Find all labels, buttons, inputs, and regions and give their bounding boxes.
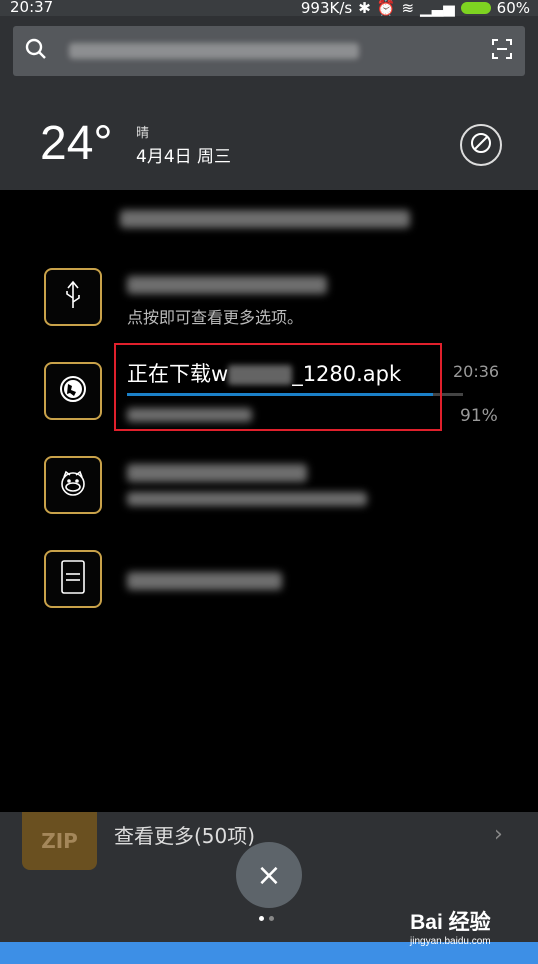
mascot-icon [58, 468, 88, 502]
battery-percent: 60% [496, 0, 530, 17]
temperature: 24° [40, 117, 113, 170]
notif-icon-browser[interactable] [44, 362, 102, 420]
page-indicator [259, 916, 274, 921]
alarm-icon: ⏰ [376, 0, 396, 17]
search-input[interactable] [69, 43, 359, 59]
bluetooth-icon: ✱ [358, 0, 371, 17]
download-percent: 91% [460, 406, 498, 426]
chevron-right-icon[interactable]: › [494, 822, 503, 847]
globe-icon [58, 374, 88, 408]
status-icons: 993K/s ✱ ⏰ ≋ ▁▃▅ 60% [301, 0, 530, 16]
wifi-icon: ≋ [401, 0, 415, 17]
battery-icon [460, 2, 491, 14]
weather-widget[interactable]: 24° 晴 4月4日 周三 [0, 100, 538, 190]
storage-icon [59, 559, 87, 599]
search-icon [25, 38, 47, 64]
status-bar: 20:37 993K/s ✱ ⏰ ≋ ▁▃▅ 60% [0, 0, 538, 16]
view-more-link[interactable]: 查看更多(50项) [114, 820, 255, 849]
block-button[interactable] [460, 124, 502, 166]
close-button[interactable]: × [236, 842, 302, 908]
blurred-text [127, 464, 307, 482]
zip-file-icon: ZIP [22, 812, 97, 870]
blurred-text [127, 572, 282, 590]
network-speed: 993K/s [300, 0, 353, 17]
watermark-url: jingyan.baidu.com [410, 936, 491, 947]
signal-icon: ▁▃▅ [420, 0, 455, 17]
watermark-logo: Bai 经验 [410, 911, 491, 934]
notif-icon-storage[interactable] [44, 550, 102, 608]
blurred-text [120, 210, 410, 228]
block-icon [469, 131, 493, 159]
download-time: 20:36 [453, 362, 500, 381]
blurred-text [127, 276, 327, 294]
weather-date: 4月4日 周三 [136, 147, 232, 167]
search-bar[interactable] [13, 26, 525, 76]
weather-condition: 晴 [136, 126, 150, 141]
highlight-box [114, 343, 442, 431]
notif-icon-app[interactable] [44, 456, 102, 514]
page-dot [259, 916, 264, 921]
blurred-text [127, 492, 367, 506]
page-dot [269, 916, 274, 921]
notification-panel: 点按即可查看更多选项。 正在下载w _1280.apk 20:36 91% [0, 190, 538, 812]
status-time: 20:37 [10, 0, 54, 16]
notif-icon-usb[interactable] [44, 268, 102, 326]
watermark: Bai 经验 jingyan.baidu.com [410, 906, 491, 947]
notif-hint-text: 点按即可查看更多选项。 [127, 308, 304, 327]
usb-icon [60, 280, 86, 314]
scan-icon[interactable] [491, 38, 513, 64]
